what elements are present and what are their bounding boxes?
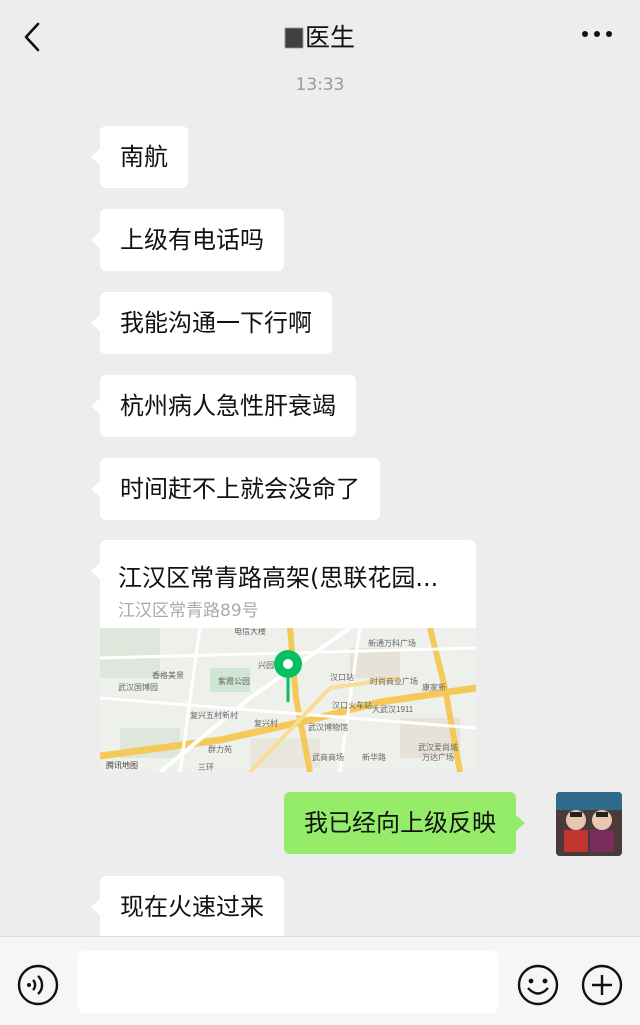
message-bubble[interactable]: 杭州病人急性肝衰竭 <box>91 375 356 437</box>
message-bubble[interactable]: 现在火速过来 <box>91 876 284 938</box>
map-label: 复兴村 <box>254 718 278 728</box>
map-label: 汉口火车站 <box>332 700 372 710</box>
map-label: 武商商场 <box>312 752 344 762</box>
message-timestamp: 13:33 <box>295 75 345 95</box>
map-label: 武汉博物馆 <box>308 722 348 732</box>
more-dots-icon[interactable] <box>580 24 614 44</box>
chat-title-text: 医生 <box>304 23 355 52</box>
location-card[interactable]: 江汉区常青路高架(思联花园... 江汉区常青路89号 电信大楼 新通万科广场 汉… <box>100 540 476 772</box>
map-label: 紫霞公园 <box>218 677 250 686</box>
map-label: 武汉爱尚城 <box>418 742 458 752</box>
message-bubble[interactable]: 我能沟通一下行啊 <box>91 292 332 354</box>
map-provider-label: 腾讯地图 <box>106 760 138 770</box>
map-label: 新通万科广场 <box>368 638 416 648</box>
map-label: 三环 <box>198 763 214 772</box>
redacted-name-mark <box>284 28 303 48</box>
map-label: 时尚商业广场 <box>370 676 418 686</box>
location-name: 江汉区常青路高架(思联花园... <box>118 564 439 592</box>
map-label: 复兴五村新村 <box>190 710 238 720</box>
chat-title: 医生 <box>0 18 640 54</box>
map-label: 香格美景 <box>152 670 184 680</box>
message-bubble[interactable]: 时间赶不上就会没命了 <box>91 458 380 520</box>
map-label: 新华路 <box>362 752 386 762</box>
location-address: 江汉区常青路89号 <box>118 601 259 621</box>
avatar[interactable] <box>556 792 622 856</box>
voice-icon[interactable] <box>16 963 60 1007</box>
map-thumbnail: 电信大楼 新通万科广场 汉口站 时尚商业广场 香格美景 武汉国博园 紫霞公园 兴… <box>100 628 476 772</box>
map-label: 汉口站 <box>330 672 354 682</box>
map-label: 万达广场 <box>422 752 454 762</box>
message-input[interactable] <box>78 951 498 1013</box>
message-bubble-self[interactable]: 我已经向上级反映 <box>284 792 525 854</box>
map-label: 康家新 <box>422 682 446 692</box>
input-bar <box>0 936 640 1025</box>
map-label: 武汉国博园 <box>118 682 158 692</box>
message-bubble[interactable]: 南航 <box>91 126 188 188</box>
map-label: 电信大楼 <box>234 628 266 636</box>
map-label: 兴园 <box>258 661 274 670</box>
message-bubble[interactable]: 上级有电话吗 <box>91 209 284 271</box>
map-label: 大武汉1911 <box>372 704 414 714</box>
chat-header: 医生 <box>0 0 640 74</box>
plus-icon[interactable] <box>580 963 624 1007</box>
map-label: 群力苑 <box>208 744 232 754</box>
emoji-icon[interactable] <box>516 963 560 1007</box>
